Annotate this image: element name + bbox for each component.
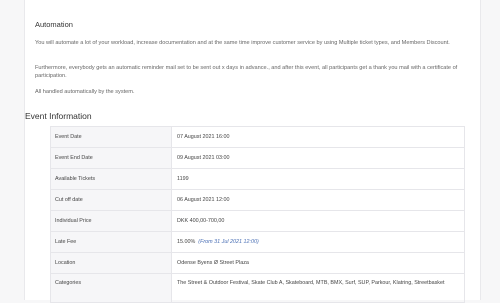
- row-label: Event End Date: [51, 148, 172, 168]
- late-fee-note: (From 31 Jul 2021 12:00): [198, 239, 259, 245]
- row-label: Available Tickets: [51, 169, 172, 189]
- table-row-late-fee: Late Fee 15.00% (From 31 Jul 2021 12:00): [50, 232, 465, 253]
- row-label: Categories: [51, 274, 172, 302]
- row-value: 15.00% (From 31 Jul 2021 12:00): [172, 232, 464, 252]
- table-row-event-end-date: Event End Date 09 August 2021 03:00: [50, 148, 465, 169]
- automation-title: Automation: [35, 20, 73, 29]
- late-fee-value: 15.00%: [177, 239, 196, 245]
- row-value: 1199: [177, 176, 189, 182]
- automation-paragraph-3: All handled automatically by the system.: [35, 89, 135, 95]
- event-information-title: Event Information: [25, 111, 92, 121]
- row-value: 09 August 2021 03:00: [177, 155, 230, 161]
- table-row-location: Location Odense Byens Ø Street Plaza: [50, 253, 465, 274]
- row-label: Late Fee: [51, 232, 172, 252]
- table-row-categories: Categories The Street & Outdoor Festival…: [50, 274, 465, 303]
- event-information-table: Event Date 07 August 2021 16:00 Event En…: [50, 126, 465, 303]
- row-value: 07 August 2021 16:00: [177, 134, 230, 140]
- table-row-event-date: Event Date 07 August 2021 16:00: [50, 127, 465, 148]
- row-value: 06 August 2021 12:00: [177, 197, 230, 203]
- row-value: DKK 400,00-700,00: [177, 218, 225, 224]
- table-row-individual-price: Individual Price DKK 400,00-700,00: [50, 211, 465, 232]
- row-label: Location: [51, 253, 172, 273]
- row-value: Odense Byens Ø Street Plaza: [177, 260, 249, 266]
- automation-paragraph-1: You will automate a lot of your workload…: [35, 40, 450, 46]
- row-value: The Street & Outdoor Festival, Skate Clu…: [177, 280, 445, 286]
- row-label: Event Date: [51, 127, 172, 147]
- table-row-available-tickets: Available Tickets 1199: [50, 169, 465, 190]
- row-label: Individual Price: [51, 211, 172, 231]
- row-label: Cut off date: [51, 190, 172, 210]
- table-row-cut-off-date: Cut off date 06 August 2021 12:00: [50, 190, 465, 211]
- automation-paragraph-2: Furthermore, everybody gets an automatic…: [35, 65, 458, 79]
